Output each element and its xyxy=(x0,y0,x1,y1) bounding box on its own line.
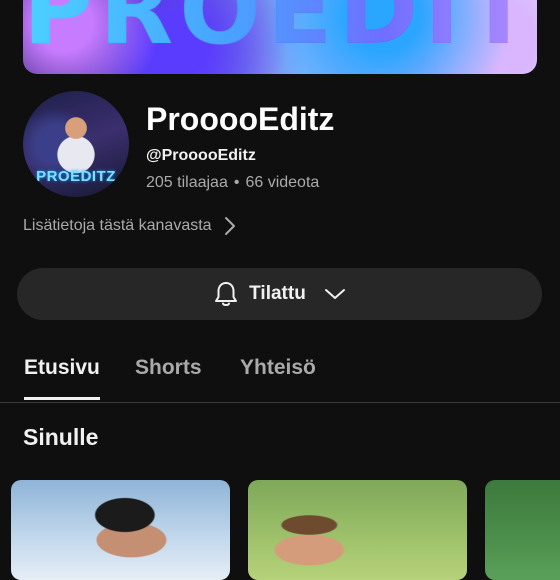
channel-tabs: Etusivu Shorts Yhteisö xyxy=(0,352,560,403)
channel-banner: PROEDITZ xyxy=(23,0,537,74)
section-title: Sinulle xyxy=(23,424,99,450)
more-info-label: Lisätietoja tästä kanavasta xyxy=(23,217,212,234)
subscribed-label: Tilattu xyxy=(249,283,306,304)
channel-name: ProoooEditz xyxy=(146,101,335,137)
more-info-link[interactable]: Lisätietoja tästä kanavasta xyxy=(23,216,236,236)
chevron-down-icon xyxy=(324,289,345,299)
video-thumbnail[interactable] xyxy=(11,480,230,580)
banner-text: PROEDITZ xyxy=(23,0,537,58)
video-thumbnail[interactable] xyxy=(485,480,560,580)
active-tab-indicator xyxy=(24,397,100,400)
video-count: 66 videota xyxy=(245,174,320,191)
avatar-logo-text: PROEDITZ xyxy=(36,168,116,185)
tab-community[interactable]: Yhteisö xyxy=(240,356,316,380)
channel-handle: @ProoooEditz xyxy=(146,147,256,164)
tab-shorts[interactable]: Shorts xyxy=(135,356,202,380)
subscribed-button[interactable]: Tilattu xyxy=(17,268,542,320)
subscriber-count: 205 tilaajaa xyxy=(146,174,228,191)
channel-avatar[interactable]: PROEDITZ xyxy=(23,91,129,197)
chevron-right-icon xyxy=(224,217,235,235)
channel-stats: 205 tilaajaa • 66 videota xyxy=(146,174,319,192)
video-thumbnail[interactable] xyxy=(248,480,467,580)
tab-home[interactable]: Etusivu xyxy=(24,356,100,380)
bell-icon xyxy=(215,282,238,306)
stats-separator: • xyxy=(233,174,240,191)
